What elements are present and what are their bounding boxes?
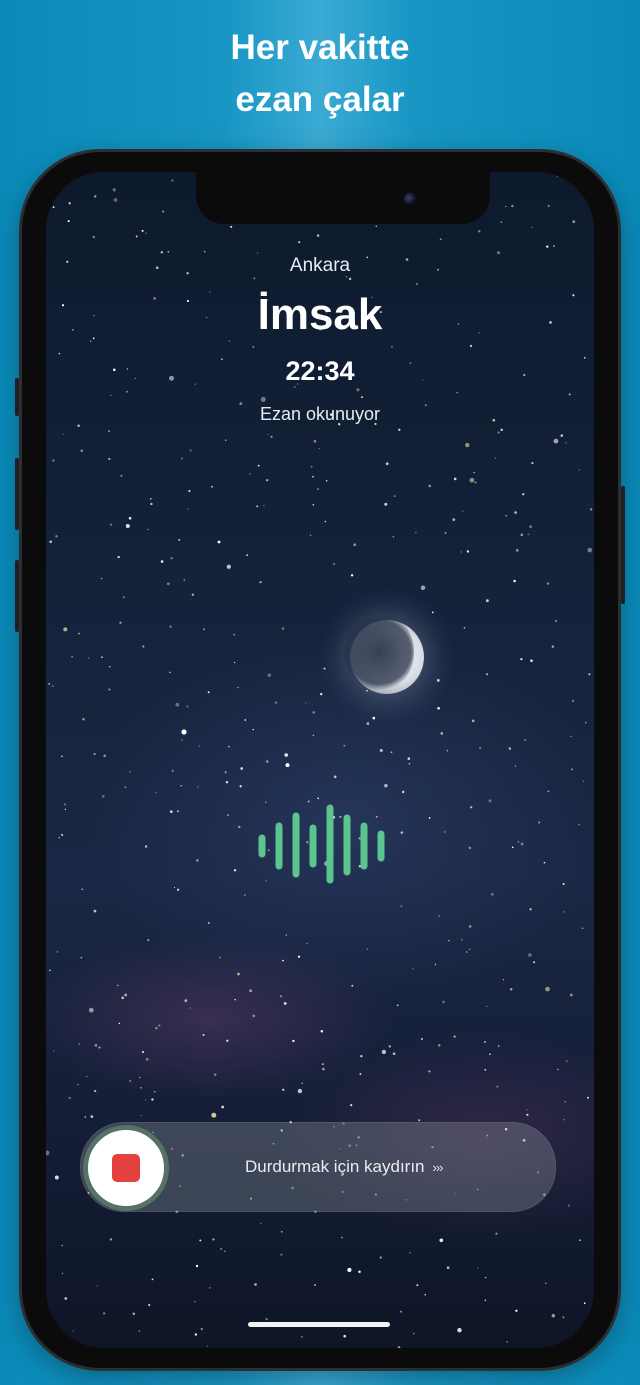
moon-shadow [344, 612, 414, 692]
chevron-right-icon: ››› [432, 1160, 444, 1175]
headline-line-1: Her vakitte [230, 28, 410, 67]
prayer-time: 22:34 [285, 356, 355, 386]
prayer-name: İmsak [257, 290, 383, 339]
stop-button[interactable] [83, 1125, 169, 1211]
promo-headline: Her vakitte ezan çalar [0, 22, 640, 126]
swipe-to-stop-slider[interactable]: Durdurmak için kaydırın ››› [80, 1122, 556, 1212]
phone-silent-switch [15, 378, 19, 416]
audio-wave-icon [258, 804, 385, 884]
notch [196, 172, 490, 224]
swipe-hint: Durdurmak için kaydırın ››› [245, 1157, 444, 1177]
city-name: Ankara [289, 255, 351, 276]
home-indicator[interactable] [248, 1322, 390, 1327]
headline-line-2: ezan çalar [235, 80, 405, 119]
stop-square-icon [112, 1154, 140, 1182]
phone-volume-down [15, 560, 19, 632]
playback-status: Ezan okunuyor [259, 404, 381, 424]
phone-volume-up [15, 458, 19, 530]
phone-frame: Ankara İmsak 22:34 Ezan okunuyor Durdurm… [15, 152, 625, 1368]
alarm-screen: Ankara İmsak 22:34 Ezan okunuyor Durdurm… [46, 172, 594, 1348]
swipe-hint-text: Durdurmak için kaydırın [245, 1157, 425, 1176]
phone-power-button [621, 486, 625, 604]
front-camera [404, 193, 416, 205]
